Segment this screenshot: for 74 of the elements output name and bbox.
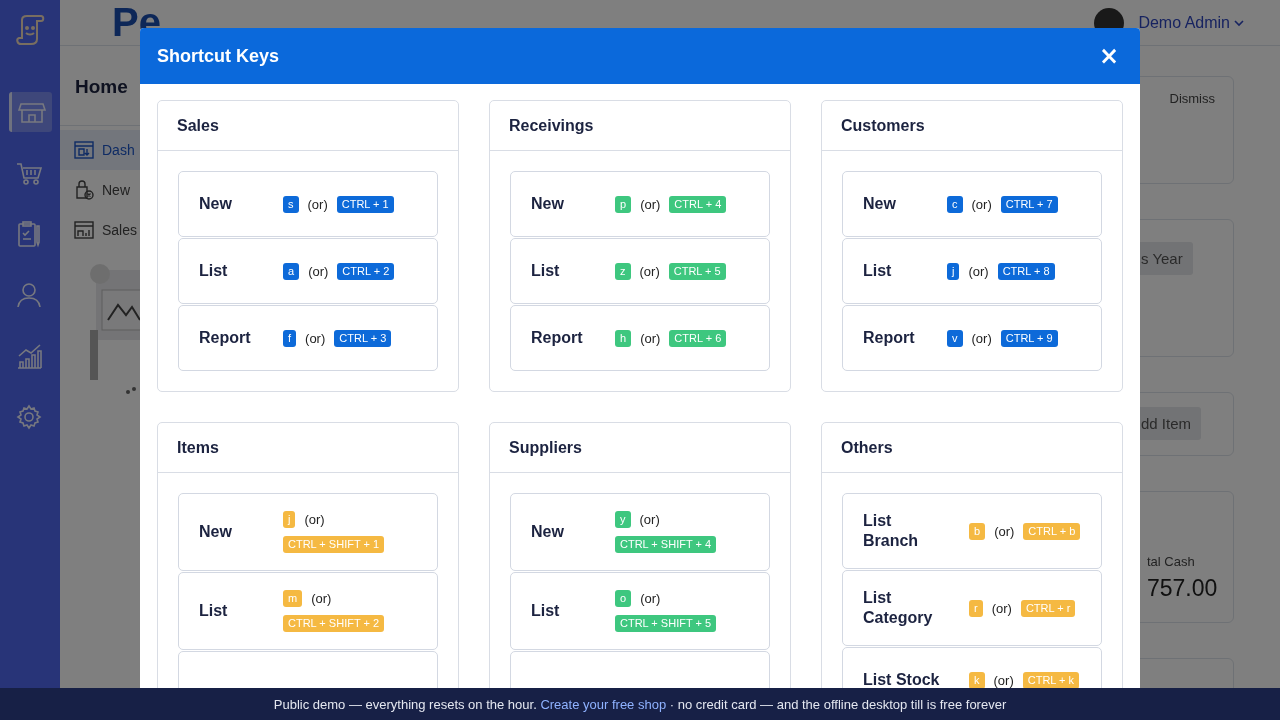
key-badge: j [283,511,296,528]
or-text: (or) [639,512,660,527]
shortcut-action: List [863,261,892,281]
shortcut-action: New [863,194,896,214]
key-combo-badge: CTRL + 2 [337,262,395,280]
shortcut-action: List Stock [863,670,940,688]
key-badge: o [615,590,632,607]
group-title: Suppliers [490,423,790,473]
or-text: (or) [971,196,992,212]
group-title: Items [158,423,458,473]
or-text: (or) [971,330,992,346]
group-title: Customers [822,101,1122,151]
shortcut-action: New [531,522,564,542]
demo-notice: Public demo — everything resets on the hour. Create your free shop · no credit card — and the offline desktop till is free forever [273,696,1007,712]
key-combo-badge: CTRL + 9 [1000,329,1058,347]
or-text: (or) [639,263,660,279]
or-text: (or) [994,523,1015,539]
key-combo-badge: CTRL + b [1023,522,1081,540]
key-combo-badge: CTRL + 6 [669,329,727,347]
key-combo-badge: CTRL + 5 [668,262,726,280]
or-text: (or) [305,330,326,346]
shortcut-action: List [531,261,560,281]
stat-label: tal Cash [1147,554,1196,569]
key-badge: b [969,522,986,540]
group-title: Others [822,423,1122,473]
or-text: (or) [304,512,325,527]
key-badge: j [947,262,960,280]
key-badge: s [283,195,299,213]
key-combo-badge: CTRL + 8 [997,262,1055,280]
key-badge: z [615,262,631,280]
or-text: (or) [307,196,328,212]
key-combo-badge: CTRL + SHIFT + 5 [615,615,717,632]
key-combo-badge: CTRL + SHIFT + 2 [283,615,385,632]
shortcut-action: List [199,601,228,621]
or-text: (or) [991,600,1012,616]
shortcut-action: List [199,261,228,281]
key-badge: m [283,590,303,607]
or-text: (or) [968,263,989,279]
key-badge: a [283,262,300,280]
key-combo-badge: CTRL + r [1020,599,1076,617]
key-combo-badge: CTRL + 3 [334,329,392,347]
shortcut-action: New [199,522,232,542]
or-text: (or) [640,591,661,606]
shortcut-action: List Category [863,588,934,628]
or-text: (or) [640,196,661,212]
shortcut-action: New [531,194,564,214]
modal-title: Shortcut Keys [157,45,280,67]
key-badge: c [947,195,963,213]
or-text: (or) [993,672,1014,688]
key-badge: p [615,195,632,213]
shortcut-action: Report [531,328,583,348]
shortcut-action: Report [863,328,915,348]
or-text: (or) [640,330,661,346]
group-title: Receivings [490,101,790,151]
key-badge: v [947,329,963,347]
shortcut-action: Report [199,328,251,348]
key-badge: h [615,329,632,347]
shortcut-action: List Branch [863,511,920,551]
key-combo-badge: CTRL + SHIFT + 4 [615,536,717,553]
key-combo-badge: CTRL + SHIFT + 1 [283,536,385,553]
stat-value: 757.00 [1147,575,1219,602]
group-title: Sales [158,101,458,151]
shortcut-action: List [531,601,560,621]
or-text: (or) [311,591,332,606]
shortcut-action: New [199,194,232,214]
key-combo-badge: CTRL + 7 [1000,195,1058,213]
key-badge: k [969,671,985,688]
key-combo-badge: CTRL + 4 [669,195,727,213]
key-badge: y [615,511,631,528]
key-combo-badge: CTRL + k [1022,671,1080,688]
key-badge: f [283,329,297,347]
or-text: (or) [308,263,329,279]
key-combo-badge: CTRL + 1 [336,195,394,213]
key-badge: r [969,599,983,617]
